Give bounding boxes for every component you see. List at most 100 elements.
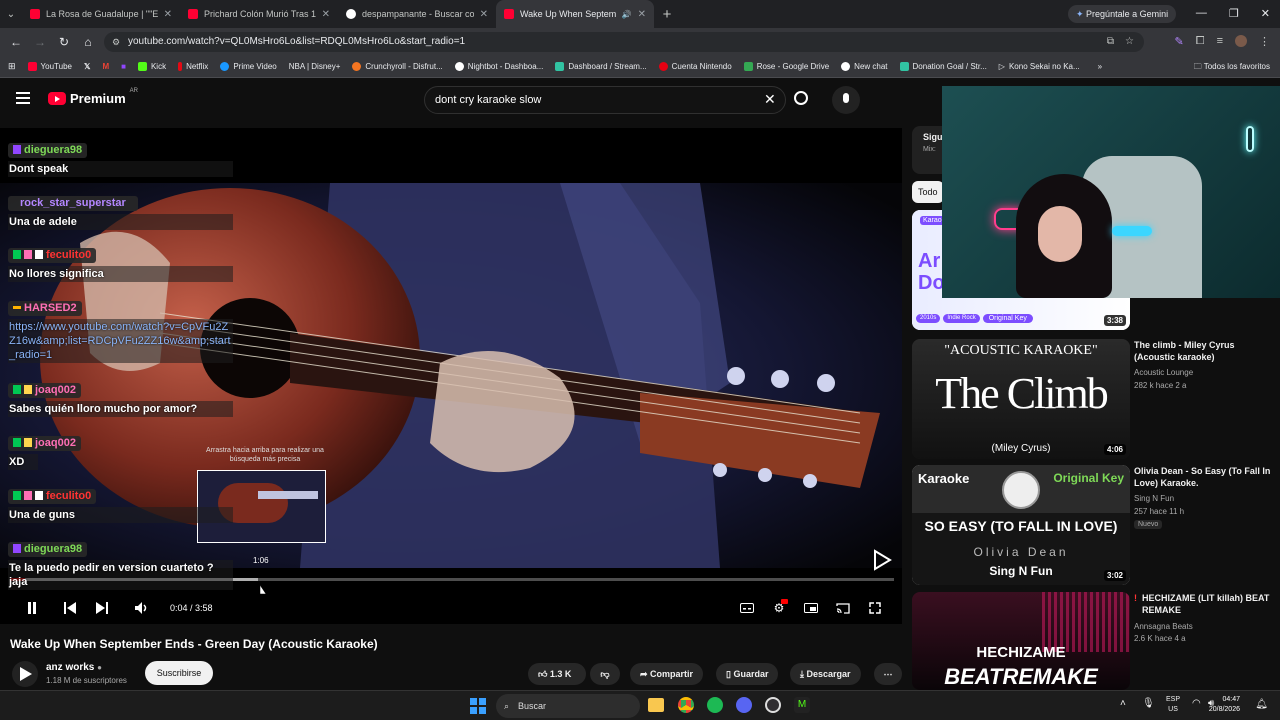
clear-search-icon[interactable]: ✕	[764, 91, 776, 108]
recommended-thumbnail[interactable]: Karaoke Original Key SO EASY (TO FALL IN…	[912, 465, 1130, 585]
download-button[interactable]: ⤓ Descargar	[790, 663, 861, 685]
miniplayer-icon[interactable]	[802, 598, 820, 618]
file-explorer-icon[interactable]	[648, 698, 664, 712]
close-window-icon[interactable]: ✕	[1261, 7, 1270, 20]
bookmark-prime[interactable]: Prime Video	[220, 62, 277, 71]
install-app-icon[interactable]: ⧉	[1107, 32, 1114, 52]
tab-title: La Rosa de Guadalupe | ""El Ja	[46, 9, 158, 19]
site-info-icon[interactable]: ⚙	[112, 32, 120, 52]
video-title-link[interactable]: The climb - Miley Cyrus (Acoustic karaok…	[1134, 339, 1274, 363]
bookmark-chatgpt[interactable]: New chat	[841, 62, 888, 71]
new-tab-button[interactable]: +	[654, 6, 680, 23]
search-input[interactable]: dont cry karaoke slow	[424, 86, 786, 114]
channel-name[interactable]: anz works ●	[46, 662, 102, 673]
obs-icon[interactable]	[765, 697, 781, 713]
bookmark-streamlabs[interactable]: Dashboard / Stream...	[555, 62, 647, 71]
minimize-icon[interactable]: —	[1196, 7, 1207, 20]
tab-1[interactable]: Prichard Colón Murió Tras 11 A ✕	[180, 0, 338, 28]
tab-search-icon[interactable]: ⌄	[0, 9, 22, 20]
mic-tray-icon[interactable]: 🎙︎	[1142, 698, 1155, 709]
channel-name[interactable]: Annsagna Beats	[1134, 622, 1193, 631]
chat-link[interactable]: https://www.youtube.com/watch?v=CpVFu2ZZ…	[8, 319, 233, 363]
spotify-icon[interactable]	[707, 697, 723, 713]
channel-avatar[interactable]	[12, 661, 38, 687]
cast-icon[interactable]	[834, 598, 852, 618]
previous-icon[interactable]	[60, 598, 80, 618]
app-icon[interactable]: M	[794, 697, 810, 713]
pause-icon[interactable]	[22, 598, 42, 618]
video-title-link[interactable]: Olivia Dean - So Easy (To Fall In Love) …	[1134, 465, 1274, 489]
youtube-logo[interactable]: Premium AR	[48, 88, 138, 106]
bookmark-kono-sekai[interactable]: ▷ Kono Sekai no Ka...	[999, 62, 1080, 71]
media-control-icon[interactable]: ≡	[1217, 35, 1223, 48]
bookmark-gmail[interactable]: M	[102, 62, 109, 71]
back-icon[interactable]: ←	[4, 35, 28, 49]
close-icon[interactable]: ✕	[322, 9, 330, 20]
all-bookmarks[interactable]: 🗀 Todos los favoritos	[1194, 61, 1270, 75]
chrome-icon[interactable]	[678, 697, 694, 713]
menu-icon[interactable]	[16, 92, 30, 104]
pen-extension-icon[interactable]: ✎	[1175, 35, 1184, 48]
language-indicator[interactable]: ESP US	[1166, 695, 1180, 715]
volume-icon[interactable]	[132, 598, 152, 618]
gemini-button[interactable]: ✦ Pregúntale a Gemini	[1068, 5, 1177, 23]
subscribe-button[interactable]: Suscribirse	[145, 661, 213, 685]
dislike-button[interactable]: 👎︎	[590, 663, 620, 685]
address-bar[interactable]: ⚙ youtube.com/watch?v=QL0MsHro6Lo&list=R…	[104, 32, 1144, 52]
channel-name[interactable]: Sing N Fun	[1134, 494, 1174, 503]
notification-icon[interactable]: 🔔︎	[1255, 699, 1268, 710]
wifi-icon[interactable]: ◠	[1192, 698, 1201, 709]
next-icon[interactable]	[92, 598, 112, 618]
bookmark-netflix[interactable]: Netflix	[178, 62, 208, 71]
home-icon[interactable]: ⌂	[76, 35, 100, 49]
tab-2[interactable]: despampanante - Buscar con G ✕	[338, 0, 496, 28]
fullscreen-icon[interactable]	[866, 598, 884, 618]
bookmark-twitch[interactable]: ■	[121, 62, 126, 71]
channel-name[interactable]: Acoustic Lounge	[1134, 368, 1193, 377]
more-actions-button[interactable]: ⋯	[874, 663, 902, 685]
tab-3[interactable]: Wake Up When September 🔊 ✕	[496, 0, 654, 28]
bookmark-crunchyroll[interactable]: Crunchyroll - Disfrut...	[352, 62, 443, 71]
bookmark-drive[interactable]: Rose - Google Drive	[743, 62, 829, 71]
audio-playing-icon[interactable]: 🔊	[622, 10, 632, 19]
bookmark-x[interactable]: 𝕏	[84, 62, 90, 71]
tray-overflow-icon[interactable]: ˄	[1120, 698, 1126, 709]
save-button[interactable]: ▯ Guardar	[716, 663, 779, 685]
recommended-thumbnail[interactable]: "ACOUSTIC KARAOKE" The Climb (Miley Cyru…	[912, 339, 1130, 459]
neon-light	[1246, 126, 1254, 152]
bookmark-donation[interactable]: Donation Goal / Str...	[899, 62, 987, 71]
reload-icon[interactable]: ↻	[52, 35, 76, 49]
discord-icon[interactable]	[736, 697, 752, 713]
bookmark-nintendo[interactable]: Cuenta Nintendo	[658, 62, 732, 71]
bookmark-star-icon[interactable]: ☆	[1125, 32, 1134, 52]
like-button[interactable]: 👍︎ 1.3 K	[528, 663, 586, 685]
forward-icon[interactable]: →	[28, 35, 52, 49]
menu-dots-icon[interactable]: ⋮	[1259, 35, 1270, 48]
tab-0[interactable]: La Rosa de Guadalupe | ""El Ja ✕	[22, 0, 180, 28]
voice-search-icon[interactable]	[832, 86, 860, 114]
settings-icon[interactable]: ⚙	[770, 598, 788, 618]
subtitles-icon[interactable]	[738, 598, 756, 618]
profile-avatar[interactable]	[1235, 35, 1247, 47]
bookmark-nightbot[interactable]: Nightbot - Dashboa...	[454, 62, 543, 71]
apps-grid-icon[interactable]: ⊞	[8, 61, 16, 72]
extensions-icon[interactable]: ⧠	[1196, 35, 1205, 48]
bookmark-disney[interactable]: NBA | Disney+	[289, 62, 341, 71]
chat-message: dieguera98 Te la puedo pedir en version …	[8, 539, 233, 590]
close-icon[interactable]: ✕	[164, 9, 172, 20]
close-icon[interactable]: ✕	[480, 9, 488, 20]
bookmark-youtube[interactable]: YouTube	[27, 62, 72, 71]
more-bookmarks-icon[interactable]: »	[1098, 62, 1102, 71]
windows-start-icon[interactable]	[470, 698, 486, 714]
filter-chip-all[interactable]: Todo	[912, 181, 944, 203]
clock[interactable]: 04:47 20/8/2026	[1209, 695, 1240, 715]
bookmark-kick[interactable]: Kick	[137, 62, 166, 71]
close-icon[interactable]: ✕	[638, 9, 646, 20]
taskbar-search[interactable]: ⌕ Buscar	[496, 694, 640, 718]
video-title-link[interactable]: ! HECHIZAME (LIT killah) BEAT REMAKE	[1134, 592, 1274, 616]
search-icon[interactable]	[794, 91, 808, 105]
autoplay-next-icon[interactable]	[872, 549, 892, 571]
recommended-thumbnail[interactable]: HECHIZAME BEATREMAKE	[912, 592, 1130, 690]
share-button[interactable]: ➦ Compartir	[630, 663, 704, 685]
restore-icon[interactable]: ❐	[1229, 7, 1239, 20]
